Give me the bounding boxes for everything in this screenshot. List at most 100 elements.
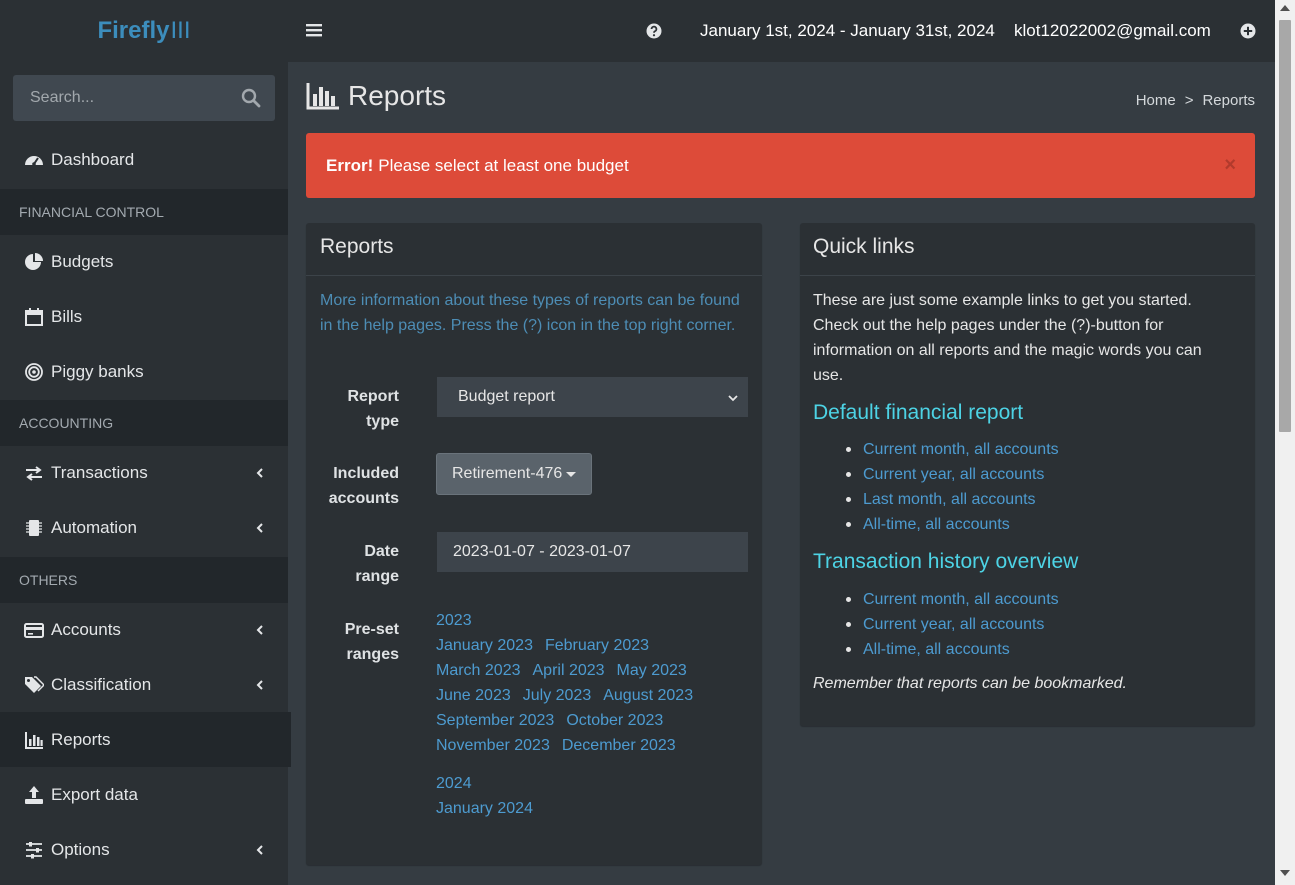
sidebar-item-label: Dashboard <box>51 149 135 169</box>
preset-link[interactable]: August 2023 <box>603 687 693 704</box>
scroll-thumb[interactable] <box>1279 20 1291 432</box>
preset-link[interactable]: September 2023 <box>436 712 554 729</box>
divider <box>306 275 762 276</box>
chevron-down-icon <box>728 395 738 402</box>
sidebar-item-label: Bills <box>51 306 83 326</box>
close-icon[interactable]: × <box>1224 155 1236 175</box>
included-accounts-dropdown[interactable]: Retirement-476 <box>436 453 593 495</box>
exchange-icon <box>26 465 42 481</box>
sidebar-item-dashboard[interactable]: Dashboard <box>0 132 288 187</box>
list-item[interactable]: Current year, all accounts <box>846 612 1059 637</box>
breadcrumb-separator: > <box>1184 92 1194 109</box>
label-line: Included <box>333 465 399 482</box>
date-range-label: Date range <box>355 539 399 589</box>
preset-link[interactable]: January 2023 <box>436 637 533 654</box>
logo-lite: III <box>170 17 191 44</box>
preset-ranges-label: Pre-set ranges <box>345 617 399 667</box>
reports-help-text: More information about these types of re… <box>320 292 740 334</box>
section-heading[interactable]: Default financial report <box>813 401 1023 425</box>
scroll-down-arrow-icon[interactable] <box>1280 870 1290 876</box>
logo-main: Firefly <box>97 17 170 44</box>
sidebar-item-transactions[interactable]: Transactions <box>0 445 288 500</box>
date-range-input[interactable]: 2023-01-07 - 2023-01-07 <box>437 532 748 572</box>
logo[interactable]: Firefly III <box>0 0 288 62</box>
pie-chart-icon <box>25 252 43 270</box>
section-heading[interactable]: Transaction history overview <box>813 550 1078 574</box>
preset-link[interactable]: June 2023 <box>436 687 511 704</box>
credit-card-icon <box>24 622 44 638</box>
page-title: Reports <box>306 80 446 112</box>
bars-icon[interactable] <box>305 21 323 39</box>
sidebar-item-export-data[interactable]: Export data <box>0 767 288 822</box>
preset-link-year[interactable]: 2023 <box>436 612 472 629</box>
sidebar-item-budgets[interactable]: Budgets <box>0 234 288 289</box>
tachometer-icon <box>25 155 43 166</box>
preset-link[interactable]: July 2023 <box>523 687 592 704</box>
sidebar-item-label: Options <box>51 839 110 859</box>
list-item[interactable]: All-time, all accounts <box>846 512 1059 537</box>
preset-link[interactable]: February 2023 <box>545 637 649 654</box>
preset-year-2024: 2024 January 2024 <box>436 771 545 821</box>
scroll-up-arrow-icon[interactable] <box>1280 5 1290 11</box>
sidebar-item-label: Reports <box>51 729 111 749</box>
sidebar-item-automation[interactable]: Automation <box>0 500 288 555</box>
alert-title: Error! <box>326 155 374 175</box>
error-alert: Error! Please select at least one budget… <box>306 133 1255 198</box>
preset-link[interactable]: December 2023 <box>562 737 676 754</box>
sidebar-item-options[interactable]: Options <box>0 822 288 877</box>
preset-link[interactable]: November 2023 <box>436 737 550 754</box>
list-item[interactable]: Last month, all accounts <box>846 487 1059 512</box>
divider <box>800 275 1255 276</box>
preset-link[interactable]: March 2023 <box>436 662 521 679</box>
sidebar-item-classification[interactable]: Classification <box>0 657 288 712</box>
upload-icon <box>25 785 43 804</box>
preset-link[interactable]: May 2023 <box>617 662 687 679</box>
tags-icon <box>25 675 44 693</box>
bar-chart-icon <box>306 83 339 110</box>
preset-link[interactable]: April 2023 <box>533 662 605 679</box>
search-icon[interactable] <box>241 88 261 108</box>
label-line: ranges <box>346 646 399 663</box>
accounts-value: Retirement-476 <box>452 465 563 482</box>
bar-chart-icon <box>25 731 43 749</box>
bookmark-note: Remember that reports can be bookmarked. <box>813 675 1127 692</box>
label-line: accounts <box>328 490 399 507</box>
included-accounts-label: Included accounts <box>329 461 399 511</box>
chevron-left-icon <box>256 522 263 533</box>
page-scrollbar[interactable] <box>1275 0 1295 885</box>
breadcrumb-current: Reports <box>1202 92 1255 109</box>
chevron-left-icon <box>256 679 263 690</box>
box-title: Reports <box>320 235 394 258</box>
list-item[interactable]: All-time, all accounts <box>846 637 1059 662</box>
preset-link[interactable]: October 2023 <box>566 712 663 729</box>
sidebar-item-label: Classification <box>51 674 152 694</box>
plus-circle-icon[interactable] <box>1240 23 1256 39</box>
sidebar-item-accounts[interactable]: Accounts <box>0 602 288 657</box>
report-type-select[interactable]: Budget report <box>437 377 748 417</box>
user-menu[interactable]: klot12022002@gmail.com <box>1014 21 1211 41</box>
list-item[interactable]: Current month, all accounts <box>846 437 1059 462</box>
preset-link-year[interactable]: 2024 <box>436 775 472 792</box>
chevron-left-icon <box>256 624 263 635</box>
question-circle-icon[interactable] <box>646 23 662 39</box>
sidebar-item-label: Automation <box>51 517 137 537</box>
chevron-left-icon <box>256 844 263 855</box>
top-navbar: January 1st, 2024 - January 31st, 2024 k… <box>288 0 1275 62</box>
alert-message: Please select at least one budget <box>378 155 629 175</box>
label-line: Report <box>347 388 399 405</box>
sidebar-item-piggy-banks[interactable]: Piggy banks <box>0 344 288 399</box>
label-line: range <box>355 568 399 585</box>
list-item[interactable]: Current year, all accounts <box>846 462 1059 487</box>
reports-box: Reports More information about these typ… <box>306 223 762 865</box>
sidebar-header-others: OTHERS <box>0 557 288 603</box>
report-type-value: Budget report <box>458 388 555 405</box>
sidebar-item-reports[interactable]: Reports <box>0 712 291 767</box>
sidebar-search <box>13 75 275 121</box>
breadcrumb-home[interactable]: Home <box>1136 92 1176 109</box>
list-item[interactable]: Current month, all accounts <box>846 587 1059 612</box>
quick-links-box: Quick links These are just some example … <box>800 223 1255 726</box>
search-input[interactable] <box>13 75 240 121</box>
preset-link[interactable]: January 2024 <box>436 800 533 817</box>
date-range-selector[interactable]: January 1st, 2024 - January 31st, 2024 <box>700 21 995 41</box>
sidebar-item-bills[interactable]: Bills <box>0 289 288 344</box>
